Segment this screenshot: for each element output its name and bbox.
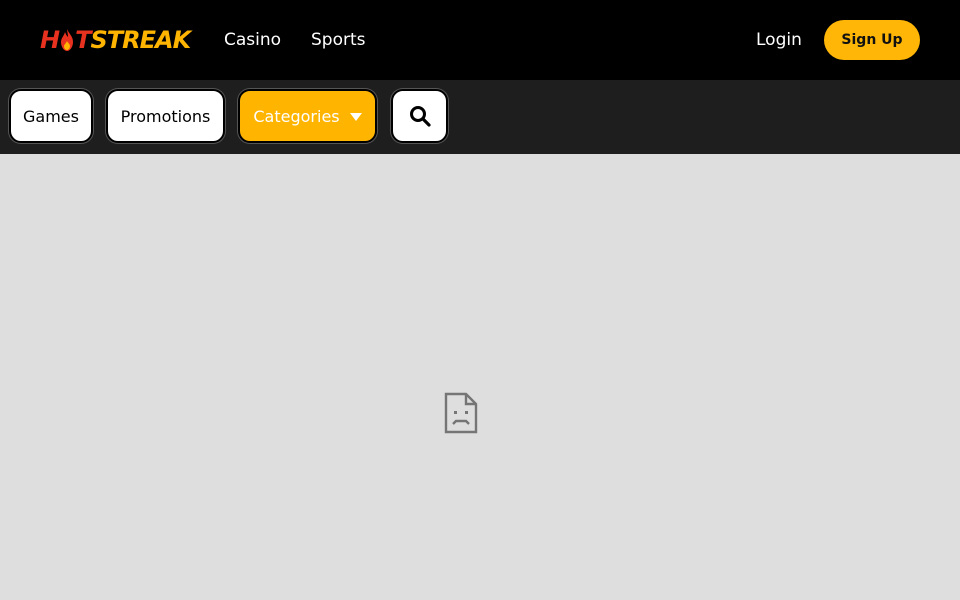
search-button[interactable] <box>391 89 448 143</box>
logo-letter-h: H <box>40 26 60 54</box>
flame-icon <box>61 29 74 51</box>
categories-dropdown-button[interactable]: Categories <box>238 89 377 143</box>
promotions-tab[interactable]: Promotions <box>106 89 225 143</box>
hotstreak-logo[interactable]: H T STREAK <box>40 26 191 54</box>
nav-sports-link[interactable]: Sports <box>311 28 366 52</box>
login-link[interactable]: Login <box>756 28 802 52</box>
promotions-tab-label: Promotions <box>120 106 211 126</box>
nav-casino-link[interactable]: Casino <box>224 28 281 52</box>
top-navigation-bar: H T STREAK Casino Sports Login Sign Up <box>0 0 960 80</box>
categories-label: Categories <box>253 106 340 126</box>
logo-letter-t: T <box>75 26 91 54</box>
sign-up-button[interactable]: Sign Up <box>824 20 920 60</box>
logo-word-streak: STREAK <box>90 26 191 54</box>
category-toolbar: Games Promotions Categories <box>0 80 960 154</box>
games-tab[interactable]: Games <box>9 89 93 143</box>
broken-page-icon <box>444 392 478 434</box>
games-tab-label: Games <box>23 106 79 126</box>
search-icon <box>409 106 431 127</box>
caret-down-icon <box>349 112 362 121</box>
